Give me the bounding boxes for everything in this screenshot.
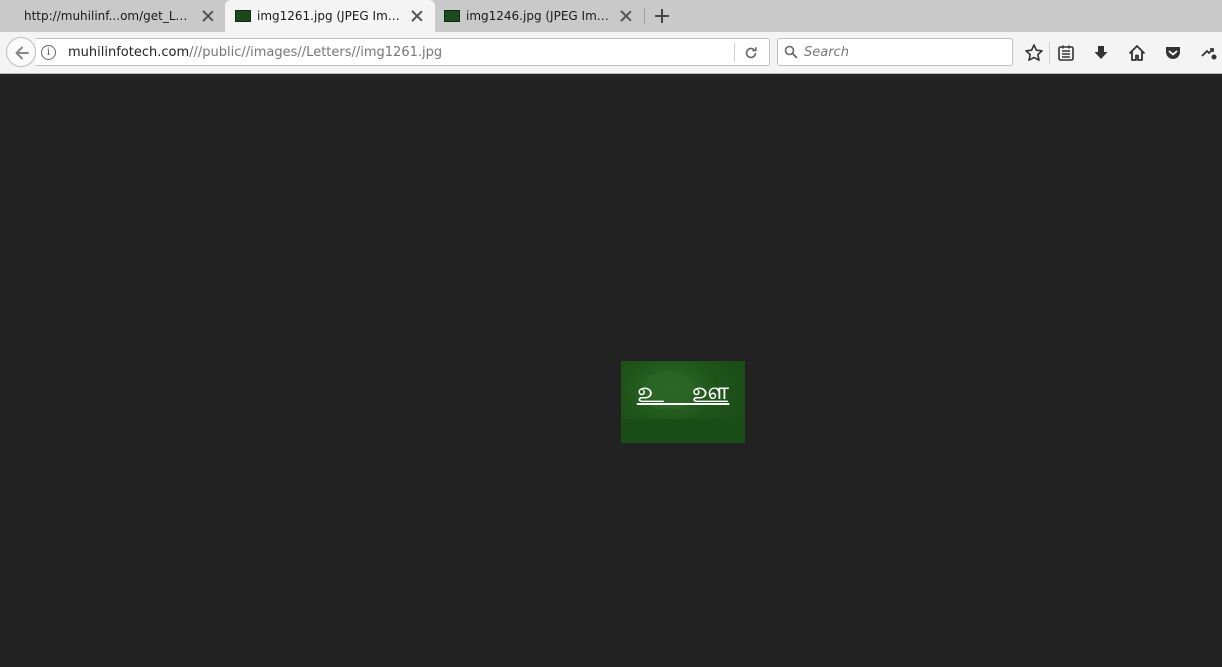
home-icon[interactable] (1127, 43, 1147, 63)
reload-icon[interactable] (742, 44, 760, 62)
url-separator (734, 43, 735, 62)
download-icon[interactable] (1091, 43, 1111, 63)
tab-img1261[interactable]: img1261.jpg (JPEG Image, ... (225, 0, 435, 32)
tab-title: img1246.jpg (JPEG Image, ... (466, 9, 610, 23)
image-favicon-icon (444, 10, 460, 22)
tab-separator (644, 8, 645, 24)
url-bar[interactable]: i muhilinfotech.com///public//images//Le… (36, 38, 770, 66)
star-icon[interactable] (1024, 43, 1044, 63)
reading-list-icon[interactable] (1056, 43, 1076, 63)
toolbar-separator (1049, 42, 1050, 64)
close-tab-icon[interactable] (409, 8, 425, 24)
tab-strip: http://muhilinf...om/get_Letters img1261… (0, 0, 1222, 32)
search-input[interactable] (804, 43, 1004, 61)
image-viewer: உ ஊ (0, 75, 1222, 667)
tab-title: img1261.jpg (JPEG Image, ... (257, 9, 401, 23)
image-favicon-icon (235, 10, 251, 22)
displayed-image: உ ஊ (621, 361, 745, 443)
url-domain: muhilinfotech.com (68, 45, 190, 60)
new-tab-button[interactable] (650, 4, 674, 28)
close-tab-icon[interactable] (618, 8, 634, 24)
tab-get-letters[interactable]: http://muhilinf...om/get_Letters (14, 0, 226, 32)
back-arrow-icon (15, 46, 29, 60)
back-button[interactable] (6, 37, 36, 67)
image-ground (621, 419, 745, 443)
search-icon (784, 45, 798, 59)
url-path: ///public//images//Letters//img1261.jpg (189, 45, 443, 60)
search-bar[interactable] (777, 38, 1013, 66)
navigation-bar: i muhilinfotech.com///public//images//Le… (0, 32, 1222, 74)
url-text[interactable]: muhilinfotech.com///public//images//Lett… (68, 45, 442, 60)
pocket-icon[interactable] (1163, 43, 1183, 63)
extension-icon[interactable] (1199, 43, 1219, 63)
tab-img1246[interactable]: img1246.jpg (JPEG Image, ... (434, 0, 644, 32)
image-letters: உ ஊ (636, 375, 730, 410)
close-tab-icon[interactable] (200, 8, 216, 24)
info-icon[interactable]: i (41, 45, 56, 60)
tab-title: http://muhilinf...om/get_Letters (24, 9, 192, 23)
